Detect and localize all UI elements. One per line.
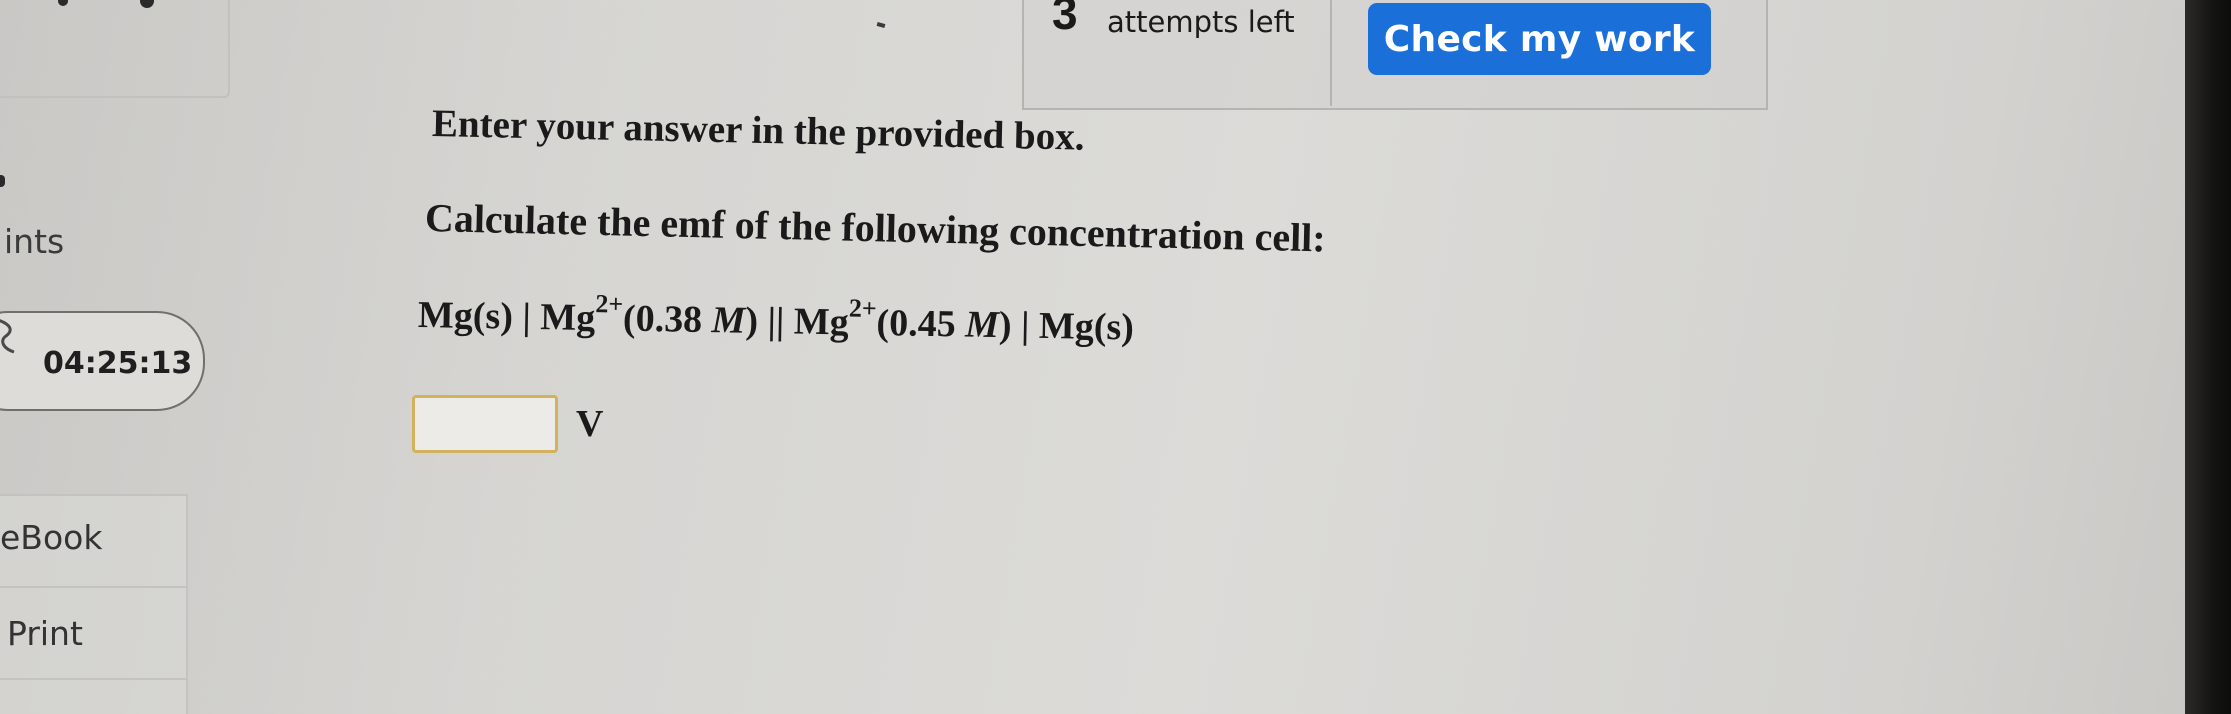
molarity-unit: M [711,299,746,342]
molarity-unit: M [964,303,1000,347]
equation-part: ) | Mg(s) [998,304,1135,349]
attempts-divider [1330,0,1332,106]
screen-bezel [2185,0,2231,714]
sidebar-item-label: Print [7,614,83,653]
ion-charge: 2+ [595,289,624,319]
instruction-text: Enter your answer in the provided box. [431,102,1085,159]
equation-part: ) || Mg [745,299,850,344]
answer-input[interactable] [412,395,558,453]
left-top-panel [0,0,230,98]
equation-part: (0.45 [876,302,966,346]
sidebar-item-next[interactable] [0,678,188,714]
attempts-count: 3 [1052,0,1078,39]
answer-unit: V [576,403,604,445]
cell-notation: Mg(s) | Mg2+(0.38 M) || Mg2+(0.45 M) | M… [417,289,1135,349]
check-my-work-button[interactable]: Check my work [1368,3,1711,75]
timer-display: 04:25:13 [43,346,193,381]
equation-part: (0.38 [622,297,713,342]
sidebar-item-label: eBook [0,518,103,557]
timer-icon [0,319,15,354]
ion-charge: 2+ [848,293,878,324]
question-prompt: Calculate the emf of the following conce… [424,195,1327,261]
points-label: ints [4,222,65,261]
equation-part: Mg(s) | Mg [417,294,596,340]
sidebar-edge-mark [0,175,5,187]
attempts-label: attempts left [1107,5,1295,39]
scroll-indicator-mark [876,22,886,28]
